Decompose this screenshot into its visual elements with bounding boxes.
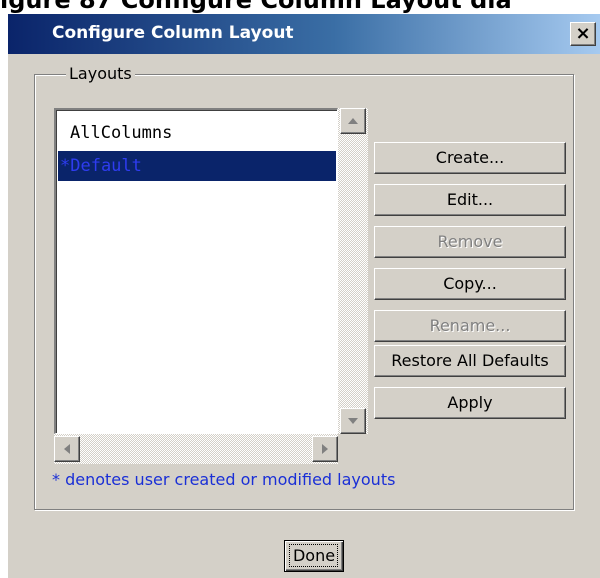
remove-button[interactable]: Remove	[374, 226, 566, 258]
vertical-scrollbar[interactable]	[338, 108, 368, 434]
rename-button[interactable]: Rename...	[374, 310, 566, 342]
arrow-right-icon	[322, 444, 328, 454]
arrow-up-icon	[348, 118, 358, 124]
restore-all-defaults-button[interactable]: Restore All Defaults	[374, 345, 566, 377]
layouts-listbox[interactable]: AllColumns *Default	[54, 108, 338, 434]
edit-button[interactable]: Edit...	[374, 184, 566, 216]
horizontal-scrollbar[interactable]	[54, 434, 338, 464]
title-bar[interactable]: Configure Column Layout ×	[8, 14, 600, 54]
layouts-group-label: Layouts	[66, 64, 135, 84]
scroll-right-button[interactable]	[312, 436, 338, 462]
create-button[interactable]: Create...	[374, 142, 566, 174]
copy-button[interactable]: Copy...	[374, 268, 566, 300]
scroll-left-button[interactable]	[54, 436, 80, 462]
list-item-default[interactable]: *Default	[58, 151, 336, 181]
arrow-down-icon	[348, 418, 358, 424]
list-item-allcolumns[interactable]: AllColumns	[58, 118, 336, 148]
scroll-down-button[interactable]	[340, 408, 366, 434]
background-caption-strip: igure 87 Configure Column Layout dia	[0, 0, 600, 14]
arrow-left-icon	[64, 444, 70, 454]
done-focus-ring	[289, 544, 338, 567]
close-button[interactable]: ×	[570, 22, 596, 46]
apply-button[interactable]: Apply	[374, 387, 566, 419]
modified-layouts-note: * denotes user created or modified layou…	[52, 470, 396, 489]
close-icon: ×	[575, 23, 591, 44]
scroll-up-button[interactable]	[340, 108, 366, 134]
configure-column-layout-dialog: Configure Column Layout × Layouts AllCol…	[8, 14, 600, 578]
window-title: Configure Column Layout	[52, 23, 294, 43]
background-caption: igure 87 Configure Column Layout dia	[0, 0, 512, 14]
